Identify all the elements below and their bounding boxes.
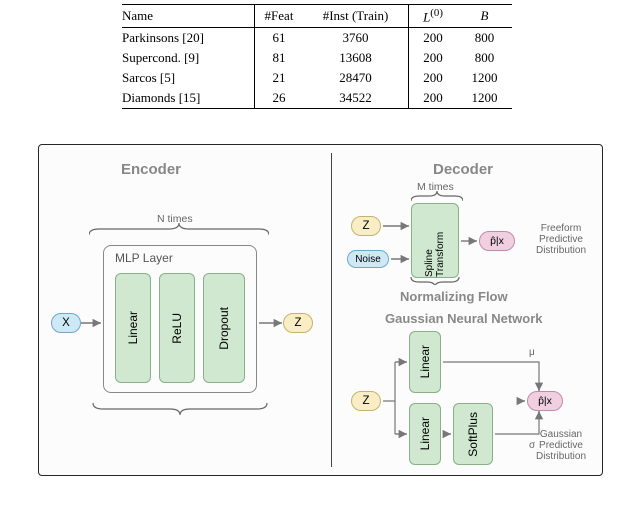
normalizing-flow-title: Normalizing Flow xyxy=(400,289,508,304)
dataset-table: Name #Feat #Inst (Train) L(0) B Parkinso… xyxy=(122,4,512,109)
decoder-title: Decoder xyxy=(433,161,493,178)
col-header-inst: #Inst (Train) xyxy=(303,5,409,28)
col-header-name: Name xyxy=(122,5,255,28)
col-header-feat: #Feat xyxy=(255,5,304,28)
sigma-label: σ xyxy=(529,440,536,451)
mu-label: μ xyxy=(529,347,535,358)
architecture-figure: Encoder Decoder N times X MLP Layer Line… xyxy=(38,144,603,476)
gaussian-nn-title: Gaussian Neural Network xyxy=(385,311,543,326)
col-header-l: L(0) xyxy=(409,5,458,28)
col-header-b: B xyxy=(457,5,512,28)
cell-name: Parkinsons [20] xyxy=(122,28,255,49)
